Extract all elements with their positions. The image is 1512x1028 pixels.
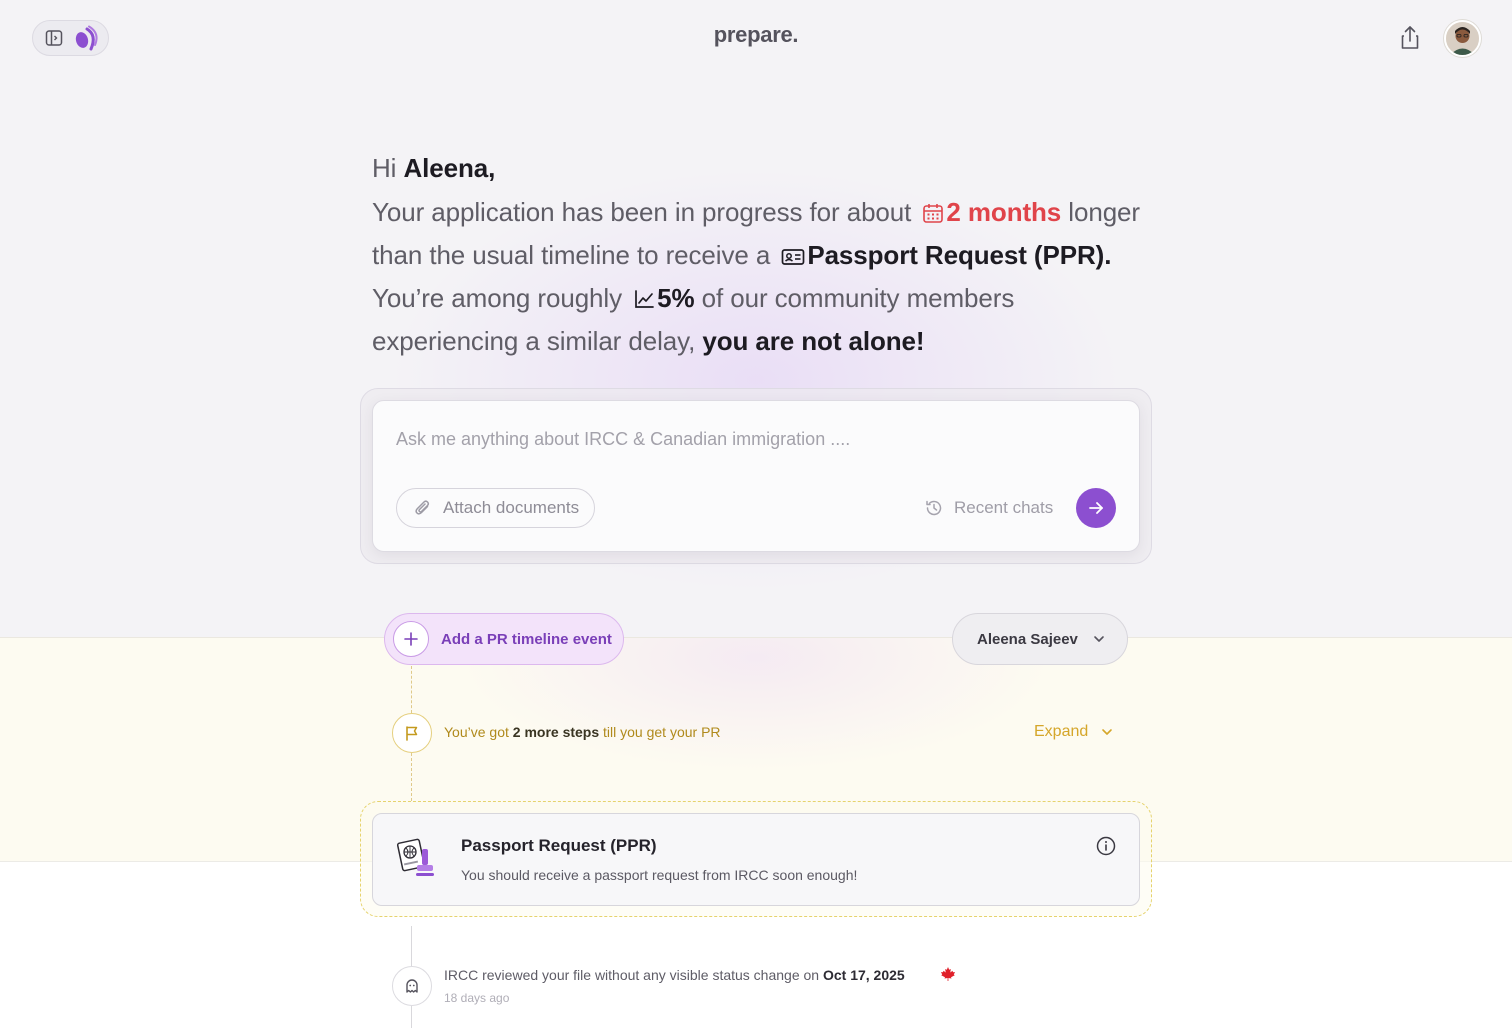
add-timeline-event-label: Add a PR timeline event — [441, 630, 612, 648]
arrow-right-icon — [1089, 502, 1103, 514]
top-bar: prepare. — [0, 0, 1512, 76]
expand-button[interactable]: Expand — [1034, 723, 1114, 741]
timeline-connector — [411, 753, 412, 801]
timeline-connector — [411, 1006, 412, 1028]
ghost-icon — [392, 966, 432, 1006]
closing-text: you are not alone! — [702, 326, 925, 356]
timeline-connector — [411, 926, 412, 966]
send-button[interactable] — [1076, 488, 1116, 528]
delay-percent: 5% — [657, 283, 695, 313]
maple-leaf-icon — [940, 966, 956, 987]
passport-stamp-icon — [396, 835, 444, 883]
expand-label: Expand — [1034, 723, 1089, 740]
user-name: Aleena, — [403, 153, 496, 183]
chart-line-icon — [633, 281, 655, 321]
remaining-steps-text: You’ve got 2 more steps till you get you… — [444, 724, 721, 740]
share-icon — [1401, 26, 1419, 49]
steps-post: till you get your PR — [603, 724, 721, 740]
attach-documents-label: Attach documents — [443, 498, 580, 517]
share-button[interactable] — [1396, 24, 1424, 52]
document-name: Passport Request (PPR). — [807, 240, 1112, 270]
timeline-connector — [411, 666, 412, 713]
community-text: You’re among roughly — [372, 283, 622, 313]
history-icon — [924, 498, 944, 518]
greeting-message: Hi Aleena, Your application has been in … — [372, 148, 1162, 361]
chevron-down-icon — [1092, 632, 1106, 646]
delay-duration: 2 months — [946, 197, 1062, 227]
add-timeline-event-button[interactable]: Add a PR timeline event — [384, 613, 624, 665]
next-step-card[interactable] — [372, 813, 1140, 906]
attach-documents-button[interactable]: Attach documents — [396, 488, 595, 528]
chevron-down-icon — [1100, 725, 1114, 739]
recent-chats-label: Recent chats — [954, 498, 1054, 517]
history-event-description: IRCC reviewed your file without any visi… — [444, 967, 820, 983]
brand-title: prepare. — [713, 22, 799, 47]
recent-chats-button[interactable]: Recent chats — [924, 496, 1053, 520]
user-select-dropdown[interactable]: Aleena Sajeev — [952, 613, 1128, 665]
history-event-time: 18 days ago — [444, 991, 510, 1005]
ask-input[interactable] — [396, 426, 1096, 452]
steps-count: 2 more steps — [512, 724, 600, 740]
history-event-date: Oct 17, 2025 — [822, 967, 905, 983]
plus-icon — [393, 621, 429, 657]
history-event-text: IRCC reviewed your file without any visi… — [444, 967, 905, 983]
next-step-title: Passport Request (PPR) — [461, 836, 657, 855]
steps-pre: You’ve got — [444, 724, 509, 740]
remaining-steps-row: You’ve got 2 more steps till you get you… — [392, 713, 1132, 753]
greeting-line: Hi Aleena, — [372, 148, 1162, 188]
ask-box — [372, 400, 1140, 552]
progress-text: Your application has been in progress fo… — [372, 197, 912, 227]
avatar[interactable] — [1444, 20, 1481, 57]
next-step-description: You should receive a passport request fr… — [461, 867, 858, 883]
greeting-hi: Hi — [372, 153, 397, 183]
info-icon[interactable] — [1094, 834, 1118, 858]
flag-icon — [392, 713, 432, 753]
paperclip-icon — [413, 498, 433, 518]
calendar-icon — [922, 195, 944, 235]
id-card-icon — [781, 238, 805, 278]
user-select-value: Aleena Sajeev — [977, 630, 1078, 648]
